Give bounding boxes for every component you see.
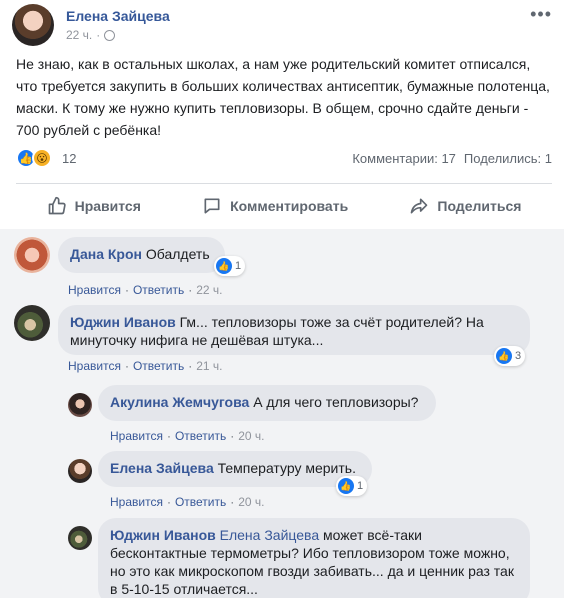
shares-count[interactable]: Поделились: 1 xyxy=(464,151,552,166)
commenter-name[interactable]: Юджин Иванов xyxy=(110,527,216,543)
commenter-avatar[interactable] xyxy=(14,305,50,341)
post-header: Елена Зайцева 22 ч. · ••• xyxy=(12,4,552,46)
comment-actions: Нравится · Ответить · 22 ч. xyxy=(68,283,223,297)
comment-bubble: Акулина Жемчугова А для чего тепловизоры… xyxy=(98,385,436,421)
share-arrow-icon xyxy=(411,198,428,214)
comment-reply-link[interactable]: Ответить xyxy=(175,495,226,509)
commenter-name[interactable]: Юджин Иванов xyxy=(70,314,176,330)
like-icon: 👍 xyxy=(216,258,232,274)
comment-reaction-count: 1 xyxy=(235,260,242,272)
separator-dot: · xyxy=(166,429,171,443)
like-button-label: Нравится xyxy=(74,198,141,214)
comment-time[interactable]: 20 ч. xyxy=(238,429,264,443)
author-avatar[interactable] xyxy=(12,4,54,46)
comment-reactions[interactable]: 👍 3 xyxy=(494,346,526,366)
comment-reaction-count: 3 xyxy=(515,350,522,362)
reactions-count[interactable]: 12 xyxy=(62,151,76,166)
comment-reply-link[interactable]: Ответить xyxy=(175,429,226,443)
like-button[interactable]: Нравится xyxy=(47,196,141,216)
share-button[interactable]: Поделиться xyxy=(409,196,521,216)
comment-text: Температуру мерить. xyxy=(217,460,356,476)
more-options-button[interactable]: ••• xyxy=(530,4,552,25)
post-meta: 22 ч. · xyxy=(66,28,116,42)
separator-dot: · xyxy=(230,429,235,443)
commenter-avatar[interactable] xyxy=(68,459,92,483)
wow-reaction-icon: 😮 xyxy=(32,148,52,168)
comment-bubble-icon xyxy=(204,198,220,214)
comment-text: Обалдеть xyxy=(145,246,210,262)
post-author-name[interactable]: Елена Зайцева xyxy=(66,8,170,24)
reply: Акулина Жемчугова А для чего тепловизоры… xyxy=(68,385,548,443)
share-button-label: Поделиться xyxy=(437,198,522,214)
comment-like-link[interactable]: Нравится xyxy=(68,359,121,373)
mention-link[interactable]: Елена Зайцева xyxy=(220,527,319,543)
like-icon: 👍 xyxy=(496,348,512,364)
comment: Дана Крон Обалдеть 👍 1 Нравится · Ответи… xyxy=(14,237,554,297)
comment: Юджин Иванов Гм... тепловизоры тоже за с… xyxy=(14,305,554,379)
post-actions: Нравится Комментировать Поделиться xyxy=(16,189,552,223)
comment-actions: Нравится · Ответить · 20 ч. xyxy=(110,495,265,509)
commenter-name[interactable]: Елена Зайцева xyxy=(110,460,214,476)
separator-dot: · xyxy=(166,495,171,509)
commenter-avatar[interactable] xyxy=(68,526,92,550)
separator-dot: · xyxy=(124,359,129,373)
reactions-bar: 👍 😮 12 Комментарии: 17 Поделились: 1 xyxy=(16,148,552,170)
comment-reply-link[interactable]: Ответить xyxy=(133,359,184,373)
comment-like-link[interactable]: Нравится xyxy=(68,283,121,297)
comment-button[interactable]: Комментировать xyxy=(202,196,348,216)
separator-dot: · xyxy=(96,28,101,42)
separator-dot: · xyxy=(188,283,193,297)
comment-bubble: Дана Крон Обалдеть xyxy=(58,237,225,273)
comment-time[interactable]: 20 ч. xyxy=(238,495,264,509)
comment-reply-link[interactable]: Ответить xyxy=(133,283,184,297)
comment-reactions[interactable]: 👍 1 xyxy=(336,476,368,496)
reply: Юджин Иванов Елена Зайцева может всё-так… xyxy=(68,518,548,598)
commenter-avatar[interactable] xyxy=(14,237,50,273)
comment-actions: Нравится · Ответить · 20 ч. xyxy=(110,429,265,443)
comments-count[interactable]: Комментарии: 17 xyxy=(352,151,456,166)
commenter-avatar[interactable] xyxy=(68,393,92,417)
post-time[interactable]: 22 ч. xyxy=(66,28,92,42)
reaction-icons[interactable]: 👍 😮 xyxy=(16,148,52,168)
reply: Елена Зайцева Температуру мерить. 👍 1 Нр… xyxy=(68,451,548,509)
thumbs-up-icon xyxy=(48,196,66,215)
like-icon: 👍 xyxy=(338,478,354,494)
comment-like-link[interactable]: Нравится xyxy=(110,495,163,509)
engagement-counts: Комментарии: 17 Поделились: 1 xyxy=(352,151,552,166)
globe-icon xyxy=(104,29,116,41)
comment-reaction-count: 1 xyxy=(357,480,364,492)
divider xyxy=(16,183,552,184)
comment-time[interactable]: 22 ч. xyxy=(196,283,222,297)
comment-like-link[interactable]: Нравится xyxy=(110,429,163,443)
commenter-name[interactable]: Дана Крон xyxy=(70,246,142,262)
separator-dot: · xyxy=(124,283,129,297)
commenter-name[interactable]: Акулина Жемчугова xyxy=(110,394,249,410)
comment-button-label: Комментировать xyxy=(230,198,349,214)
comment-bubble: Юджин Иванов Елена Зайцева может всё-так… xyxy=(98,518,530,598)
comment-time[interactable]: 21 ч. xyxy=(196,359,222,373)
separator-dot: · xyxy=(230,495,235,509)
comment-text: А для чего тепловизоры? xyxy=(253,394,419,410)
comment-reactions[interactable]: 👍 1 xyxy=(214,256,246,276)
comment-bubble: Елена Зайцева Температуру мерить. xyxy=(98,451,372,487)
comment-bubble: Юджин Иванов Гм... тепловизоры тоже за с… xyxy=(58,305,530,355)
comment-actions: Нравится · Ответить · 21 ч. xyxy=(68,359,223,373)
separator-dot: · xyxy=(188,359,193,373)
post-text: Не знаю, как в остальных школах, а нам у… xyxy=(16,56,550,138)
comments-section: Дана Крон Обалдеть 👍 1 Нравится · Ответи… xyxy=(0,229,564,598)
